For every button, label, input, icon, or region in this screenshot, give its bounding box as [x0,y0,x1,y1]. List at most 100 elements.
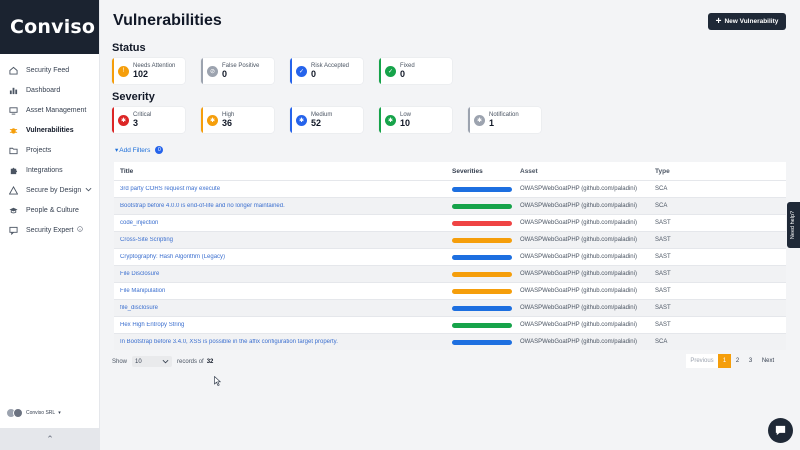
column-header-title[interactable]: Title [114,168,452,175]
table-row[interactable]: Bootstrap before 4.0.0 is end-of-life an… [114,197,786,214]
card-accent [468,107,470,133]
vulnerability-title-link[interactable]: File Disclosure [114,271,452,277]
home-icon [8,65,18,75]
status-card-fixed[interactable]: ✓ Fixed 0 [379,58,452,84]
card-value: 1 [489,118,495,128]
sidebar-item-asset-management[interactable]: Asset Management [0,100,99,120]
status-card-false-positive[interactable]: ⊘ False Positive 0 [201,58,274,84]
sidebar-item-label: Integrations [26,166,63,174]
card-value: 102 [133,69,149,79]
sidebar-item-label: People & Culture [26,206,79,214]
type-cell: SAST [655,305,671,311]
table-row[interactable]: File Disclosure OWASPWebGoatPHP (github.c… [114,265,786,282]
severity-cell [452,305,520,311]
sidebar-item-vulnerabilities[interactable]: Vulnerabilities [0,120,99,140]
severity-bar [452,288,512,294]
sidebar-item-label: Vulnerabilities [26,126,74,134]
org-switcher[interactable]: Conviso SRL ▾ [6,408,61,418]
next-page-button[interactable]: Next [757,354,779,368]
card-label: False Positive [222,63,260,69]
card-value: 10 [400,118,411,128]
shield-icon: ✓ [296,65,307,77]
chevron-down-icon[interactable] [85,187,92,194]
sidebar-item-security-feed[interactable]: Security Feed [0,60,99,80]
chat-launcher-button[interactable] [768,418,793,443]
vulnerability-title-link[interactable]: file_disclosure [114,305,452,311]
vulnerability-title-link[interactable]: In Bootstrap before 3.4.0, XSS is possib… [114,339,452,345]
sidebar-item-label: Projects [26,146,52,154]
table-row[interactable]: Hex High Entropy String OWASPWebGoatPHP (… [114,316,786,333]
asset-cell: OWASPWebGoatPHP (github.com/paladini) [520,237,637,243]
type-cell: SCA [655,203,668,209]
severity-card-high[interactable]: ✱ High 36 [201,107,274,133]
table-row[interactable]: file_disclosure OWASPWebGoatPHP (github.c… [114,299,786,316]
table-row[interactable]: 3rd party CORS request may execute OWASPW… [114,180,786,197]
status-title: Status [112,42,146,54]
sidebar-item-integrations[interactable]: Integrations [0,160,99,180]
pagination: Previous 1 2 3 Next [686,354,779,368]
sidebar-collapse-button[interactable]: ⌃ [0,428,100,450]
vulnerability-title-link[interactable]: Cross-Site Scripting [114,237,452,243]
sidebar-item-label: Asset Management [26,106,87,114]
page-size-control: Show 10 records of 32 [112,356,213,367]
severity-cell [452,220,520,226]
sidebar-item-people-culture[interactable]: People & Culture [0,200,99,220]
page-size-select[interactable]: 10 [132,356,173,367]
page-button-1[interactable]: 1 [718,354,731,368]
severity-bar [452,339,512,345]
severity-cell [452,288,520,294]
bug-icon: ✱ [296,114,307,126]
severity-card-medium[interactable]: ✱ Medium 52 [290,107,363,133]
asset-cell: OWASPWebGoatPHP (github.com/paladini) [520,186,637,192]
sidebar-item-projects[interactable]: Projects [0,140,99,160]
column-header-type[interactable]: Type [655,168,715,175]
sidebar-item-secure-by-design[interactable]: Secure by Design [0,180,99,200]
table-row[interactable]: File Manipulation OWASPWebGoatPHP (github… [114,282,786,299]
vulnerability-title-link[interactable]: Hex High Entropy String [114,322,452,328]
need-help-tab[interactable]: Need help? [787,202,800,248]
vulnerability-title-link[interactable]: File Manipulation [114,288,452,294]
vulnerability-title-link[interactable]: Bootstrap before 4.0.0 is end-of-life an… [114,203,452,209]
info-icon[interactable] [77,226,84,234]
column-header-severities[interactable]: Severities [452,168,520,175]
conviso-logo[interactable]: Conviso [10,16,95,38]
asset-cell: OWASPWebGoatPHP (github.com/paladini) [520,305,637,311]
chevron-down-icon [162,359,169,364]
vulnerability-title-link[interactable]: code_injection [114,220,452,226]
bug-icon: ✱ [385,114,396,126]
severity-bar [452,237,512,243]
severity-title: Severity [112,91,155,103]
new-vulnerability-button[interactable]: + New Vulnerability [708,13,786,30]
card-accent [379,58,381,84]
bug-icon: ✱ [474,114,485,126]
table-row[interactable]: In Bootstrap before 3.4.0, XSS is possib… [114,333,786,350]
asset-cell: OWASPWebGoatPHP (github.com/paladini) [520,203,637,209]
card-value: 0 [222,69,228,79]
severity-bar [452,271,512,277]
chat-bubble-icon [775,425,786,436]
main-content: Vulnerabilities + New Vulnerability Stat… [100,0,800,450]
severity-bar [452,305,512,311]
org-avatars [6,408,23,418]
add-filters-button[interactable]: ▾ Add Filters 0 [115,146,164,154]
filter-caret-icon: ▾ [115,147,119,154]
sidebar-item-security-expert[interactable]: Security Expert [0,220,99,240]
need-help-label: Need help? [790,210,797,240]
table-row[interactable]: code_injection OWASPWebGoatPHP (github.co… [114,214,786,231]
vulnerability-title-link[interactable]: 3rd party CORS request may execute [114,186,452,192]
severity-card-critical[interactable]: ✱ Critical 3 [112,107,185,133]
table-row[interactable]: Cross-Site Scripting OWASPWebGoatPHP (git… [114,231,786,248]
page-button-3[interactable]: 3 [744,354,757,368]
status-card-needs-attention[interactable]: ! Needs Attention 102 [112,58,185,84]
table-row[interactable]: Cryptography: Hash Algorithm (Legacy) OWA… [114,248,786,265]
sidebar-item-dashboard[interactable]: Dashboard [0,80,99,100]
vulnerability-title-link[interactable]: Cryptography: Hash Algorithm (Legacy) [114,254,452,260]
column-header-asset[interactable]: Asset [520,168,655,175]
page-button-2[interactable]: 2 [731,354,744,368]
severity-card-notification[interactable]: ✱ Notification 1 [468,107,541,133]
previous-page-button[interactable]: Previous [686,354,718,368]
severity-card-low[interactable]: ✱ Low 10 [379,107,452,133]
warning-icon: ! [118,65,129,77]
status-card-risk-accepted[interactable]: ✓ Risk Accepted 0 [290,58,363,84]
card-accent [112,107,114,133]
